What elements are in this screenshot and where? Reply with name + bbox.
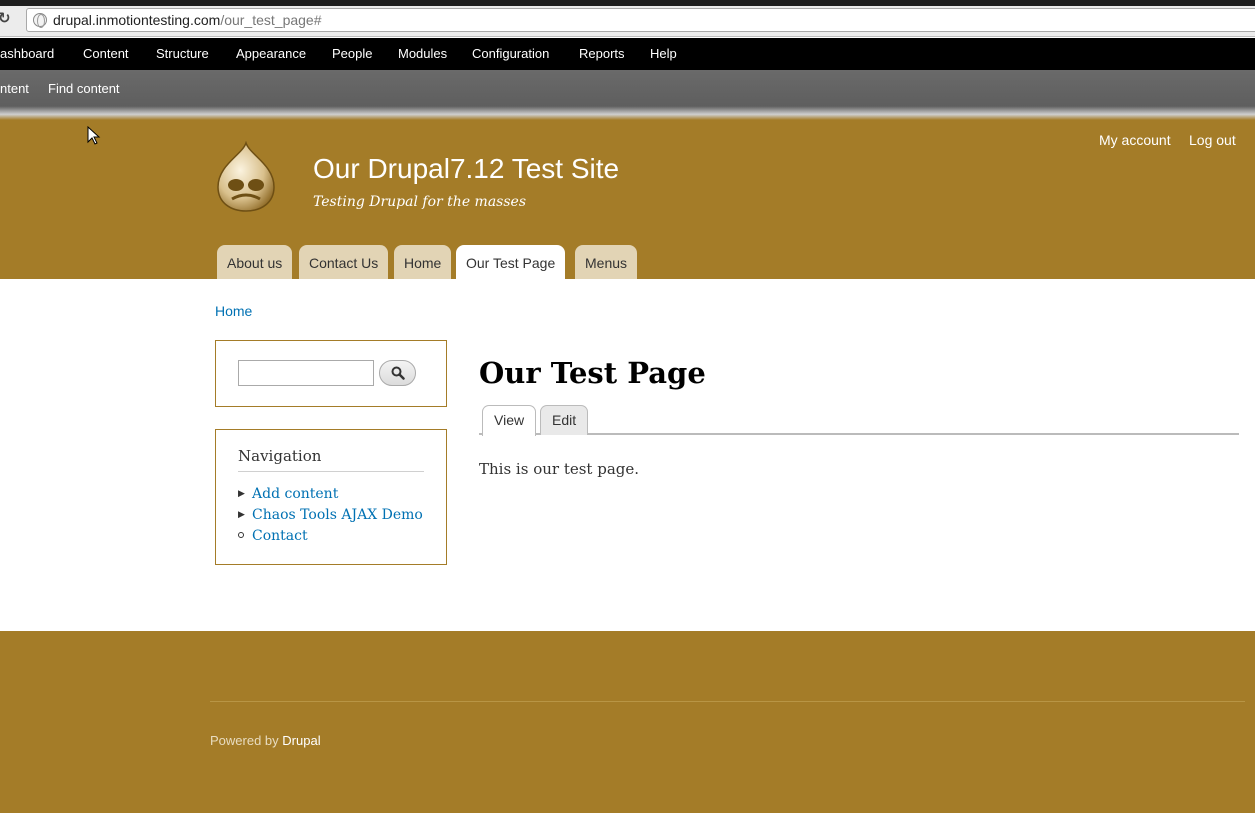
triangle-right-icon: ▶ (238, 510, 245, 520)
navigation-title: Navigation (238, 447, 424, 472)
search-block (215, 340, 447, 407)
main-menu-menus[interactable]: Menus (575, 245, 638, 279)
toolbar-item-people[interactable]: People (332, 46, 372, 61)
tab-view[interactable]: View (482, 405, 537, 436)
page-title: Our Test Page (479, 356, 706, 390)
browser-tab-strip (0, 0, 1255, 6)
drupal-link[interactable]: Drupal (282, 733, 320, 748)
main-menu-our-test-page[interactable]: Our Test Page (456, 245, 566, 279)
main-menu-home[interactable]: Home (394, 245, 452, 279)
circle-bullet-icon (238, 532, 244, 538)
drupal-logo-icon[interactable] (214, 140, 278, 213)
log-out-link[interactable]: Log out (1189, 132, 1236, 148)
toolbar-item-dashboard[interactable]: ashboard (0, 46, 54, 61)
footer-divider (210, 701, 1245, 702)
navigation-block: Navigation ▶ Add content ▶ Chaos Tools AJA… (215, 429, 447, 565)
browser-address-bar: ↻ drupal.inmotiontesting.com/our_test_pa… (0, 0, 1255, 37)
nav-item-contact[interactable]: Contact (238, 528, 308, 544)
shortcut-add-content[interactable]: ntent (0, 81, 29, 96)
tabs-divider (479, 433, 1239, 435)
main-menu-contact-us[interactable]: Contact Us (299, 245, 389, 279)
my-account-link[interactable]: My account (1099, 132, 1171, 148)
shortcut-find-content[interactable]: Find content (48, 81, 120, 96)
main-menu-about-us[interactable]: About us (217, 245, 293, 279)
toolbar-item-modules[interactable]: Modules (398, 46, 447, 61)
toolbar-item-reports[interactable]: Reports (579, 46, 625, 61)
url-field[interactable]: drupal.inmotiontesting.com/our_test_page… (26, 8, 1255, 32)
powered-by: Powered by Drupal (210, 733, 321, 748)
breadcrumb-home[interactable]: Home (215, 303, 252, 319)
url-text: drupal.inmotiontesting.com/our_test_page… (53, 12, 322, 28)
search-button[interactable] (379, 360, 416, 386)
mouse-cursor-icon (87, 126, 101, 145)
search-icon (391, 366, 405, 380)
toolbar-item-appearance[interactable]: Appearance (236, 46, 306, 61)
nav-item-chaos-tools[interactable]: ▶ Chaos Tools AJAX Demo (238, 507, 423, 523)
url-host: drupal.inmotiontesting.com (53, 12, 221, 28)
toolbar-item-help[interactable]: Help (650, 46, 677, 61)
nav-item-label[interactable]: Add content (252, 486, 338, 502)
nav-item-label[interactable]: Chaos Tools AJAX Demo (252, 507, 423, 523)
triangle-right-icon: ▶ (238, 489, 245, 499)
toolbar-shadow (0, 106, 1255, 120)
admin-toolbar: ashboard Content Structure Appearance Pe… (0, 38, 1255, 70)
tab-edit[interactable]: Edit (540, 405, 589, 435)
globe-icon (33, 13, 47, 28)
toolbar-item-structure[interactable]: Structure (156, 46, 209, 61)
page-body: This is our test page. (479, 460, 640, 478)
reload-icon[interactable]: ↻ (0, 10, 16, 28)
site-slogan: Testing Drupal for the masses (313, 194, 527, 210)
search-input[interactable] (238, 360, 374, 386)
nav-item-add-content[interactable]: ▶ Add content (238, 486, 338, 502)
site-header: My account Log out Our Drupal7.12 Test S… (0, 120, 1255, 279)
url-path: /our_test_page# (220, 12, 322, 28)
nav-item-label[interactable]: Contact (252, 528, 308, 544)
toolbar-item-content[interactable]: Content (83, 46, 129, 61)
site-footer: Powered by Drupal (0, 631, 1255, 813)
toolbar-item-configuration[interactable]: Configuration (472, 46, 549, 61)
site-name[interactable]: Our Drupal7.12 Test Site (313, 153, 619, 185)
powered-by-text: Powered by (210, 733, 279, 748)
